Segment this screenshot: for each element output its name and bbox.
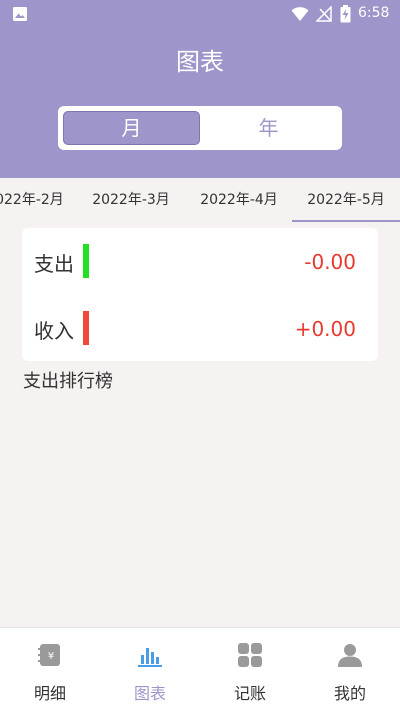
summary-card: 支出 -0.00 收入 +0.00: [22, 228, 378, 361]
grid-icon: [238, 643, 262, 667]
nav-item-profile[interactable]: 我的: [300, 628, 400, 711]
status-bar: 6:58: [0, 0, 400, 28]
bar-chart-icon: [138, 648, 162, 667]
gallery-icon: [13, 7, 27, 21]
month-tab[interactable]: 2022年-4月: [194, 178, 284, 222]
page-title: 图表: [176, 48, 224, 76]
month-toggle-button[interactable]: 月: [63, 111, 200, 145]
signal-off-icon: [316, 6, 332, 22]
nav-label: 我的: [333, 684, 366, 703]
year-toggle-button[interactable]: 年: [200, 111, 337, 145]
expense-ranking-title: 支出排行榜: [23, 371, 113, 392]
ledger-icon: ¥: [38, 644, 60, 666]
month-tab[interactable]: 2022年-2月: [0, 178, 68, 222]
month-tab-active[interactable]: 2022年-5月: [292, 178, 400, 222]
bottom-nav: ¥ 明细 图表 记账 我的: [0, 627, 400, 711]
income-label: 收入: [34, 319, 74, 343]
month-tabs: 2022年-2月 2022年-3月 2022年-4月 2022年-5月: [0, 178, 400, 222]
status-time: 6:58: [358, 5, 390, 21]
income-value: +0.00: [294, 317, 356, 341]
expense-value: -0.00: [304, 250, 356, 274]
expense-indicator-bar: [83, 244, 89, 278]
nav-label: 记账: [233, 684, 266, 703]
nav-label: 图表: [133, 684, 166, 703]
nav-item-bookkeeping[interactable]: 记账: [200, 628, 300, 711]
expense-label: 支出: [34, 252, 74, 276]
nav-label: 明细: [33, 684, 66, 703]
month-tab[interactable]: 2022年-3月: [86, 178, 176, 222]
person-icon: [338, 644, 362, 667]
svg-text:¥: ¥: [48, 651, 54, 662]
period-switch: 月 年: [58, 106, 342, 150]
nav-item-details[interactable]: ¥ 明细: [0, 628, 100, 711]
wifi-icon: [291, 7, 309, 21]
nav-item-charts[interactable]: 图表: [100, 628, 200, 711]
battery-charging-icon: [340, 5, 351, 23]
header: 6:58 图表 月 年: [0, 0, 400, 178]
income-indicator-bar: [83, 311, 89, 345]
